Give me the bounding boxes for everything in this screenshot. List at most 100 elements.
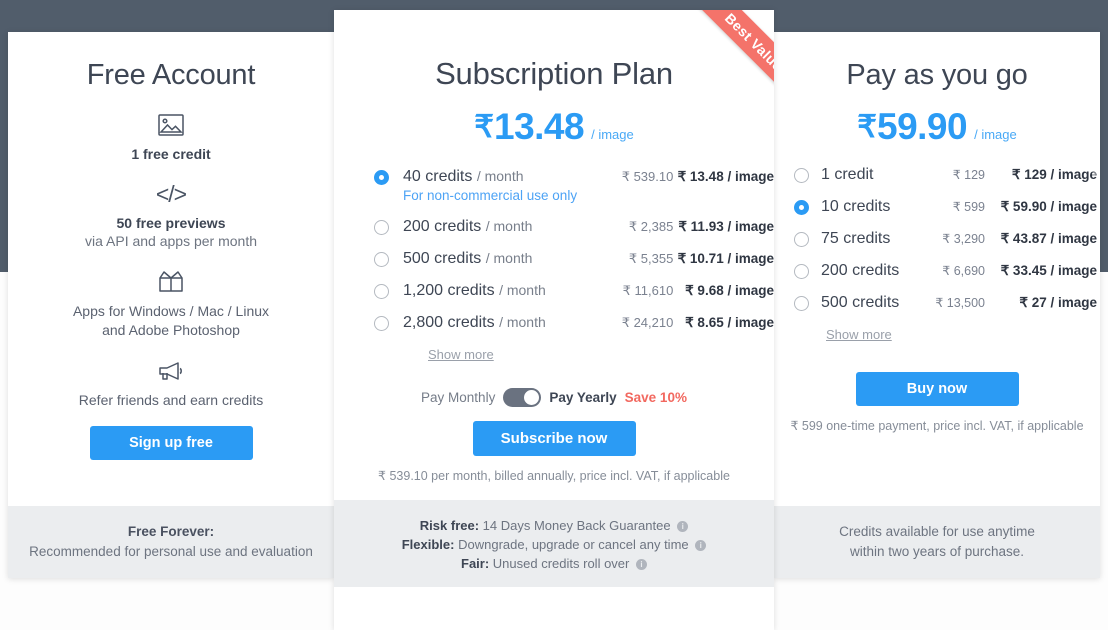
payg-fine-print: ₹ 599 one-time payment, price incl. VAT,… [790,419,1084,433]
page-dot[interactable] [1092,253,1096,257]
free-card-footer: Free Forever: Recommended for personal u… [8,506,334,578]
option-unit-price: ₹ 33.45 / image [1000,262,1097,278]
info-icon[interactable]: i [695,540,707,551]
option-credits: 2,800 credits [403,314,495,331]
billing-monthly-label[interactable]: Pay Monthly [421,390,495,405]
option-unit-price: ₹ 13.48 / image [677,169,774,184]
option-unit: / month [485,250,533,266]
option-total-price: ₹ 129 [952,168,985,182]
option-total-price: ₹ 24,210 [621,315,674,330]
footer-benefit-row: Flexible: Downgrade, upgrade or cancel a… [334,535,774,554]
option-total-price: ₹ 599 [952,200,985,214]
footer-benefit-row: Fair: Unused credits roll over i [334,554,774,573]
radio-button[interactable] [374,170,389,185]
option-unit-price: ₹ 27 / image [1019,294,1097,310]
benefit-label: Fair: [461,556,490,571]
subscription-option-row[interactable]: 1,200 credits / month ₹ 11,610 ₹ 9.68 / … [374,282,774,300]
option-total-price: ₹ 2,385 [628,219,674,234]
option-total-price: ₹ 5,355 [628,251,674,266]
show-more-link-payg[interactable]: Show more [826,327,892,342]
show-more-link-subscription[interactable]: Show more [428,347,494,362]
billing-toggle-switch[interactable] [503,388,542,407]
option-unit-price: ₹ 9.68 / image [685,283,774,298]
free-footer-text: Recommended for personal use and evaluat… [29,544,313,559]
payg-option-row[interactable]: 500 credits ₹ 13,500 ₹ 27 / image [794,294,1100,311]
option-unit: / month [485,218,533,234]
buy-now-button[interactable]: Buy now [855,372,1019,406]
subscription-option-row[interactable]: 2,800 credits / month ₹ 24,210 ₹ 8.65 / … [374,314,774,332]
benefit-label: Risk free: [419,518,480,533]
info-icon[interactable]: i [677,521,689,532]
megaphone-icon [26,356,316,386]
payg-headline-price: ₹59.90 / image [774,106,1100,148]
option-unit-price: ₹ 129 / image [1011,166,1097,182]
currency-symbol: ₹ [474,109,494,144]
benefit-text: Unused credits roll over [492,556,630,571]
option-credits: 500 credits [403,250,482,267]
billing-period-toggle-group: Pay Monthly Pay Yearly Save 10% [334,388,774,407]
subscription-option-row[interactable]: 200 credits / month ₹ 2,385 ₹ 11.93 / im… [374,218,774,236]
radio-button[interactable] [794,232,809,247]
payg-option-row[interactable]: 75 credits ₹ 3,290 ₹ 43.87 / image [794,230,1100,247]
info-icon[interactable]: i [635,559,647,570]
payg-footer-line-2: within two years of purchase. [849,544,1025,559]
price-unit: / image [974,127,1017,142]
radio-button[interactable] [374,252,389,267]
page-title-free: Free Account [86,59,256,91]
option-label: 1 credit [821,166,874,183]
subscription-option-row[interactable]: 500 credits / month ₹ 5,355 ₹ 10.71 / im… [374,250,774,268]
page-title-payg: Pay as you go [846,59,1028,91]
sign-up-free-button[interactable]: Sign up free [89,426,253,460]
free-footer-strong: Free Forever: [127,524,215,539]
benefit-label: Flexible: [401,537,455,552]
price-amount: 59.90 [877,106,968,147]
subscription-option-list: 40 credits / month For non-commercial us… [334,168,774,364]
option-label: 10 credits [821,198,891,215]
option-unit-price: ₹ 59.90 / image [1000,198,1097,214]
option-credits: 1,200 credits [403,282,495,299]
radio-button[interactable] [374,284,389,299]
payg-option-row[interactable]: 200 credits ₹ 6,690 ₹ 33.45 / image [794,262,1100,279]
feature-title: 1 free credit [131,146,211,162]
page-dot[interactable] [1092,145,1096,149]
feature-line-1: Refer friends and earn credits [78,392,264,408]
option-label: 500 credits [821,294,900,311]
radio-button[interactable] [794,296,809,311]
price-unit: / image [591,127,634,142]
page-dot[interactable] [1092,199,1096,203]
payg-footer-line-1: Credits available for use anytime [839,524,1035,539]
radio-button[interactable] [794,264,809,279]
payg-option-row[interactable]: 1 credit ₹ 129 ₹ 129 / image [794,166,1100,183]
payg-option-row[interactable]: 10 credits ₹ 599 ₹ 59.90 / image [794,198,1100,215]
price-amount: 13.48 [494,106,585,147]
radio-button[interactable] [794,168,809,183]
feature-title: 50 free previews [116,215,226,231]
option-label: 75 credits [821,230,891,247]
feature-subtitle: via API and apps per month [85,233,257,249]
benefit-text: Downgrade, upgrade or cancel any time [458,537,689,552]
radio-button[interactable] [374,316,389,331]
page-dot-nav[interactable] [1092,118,1100,257]
plan-card-pay-as-you-go: Pay as you go ₹59.90 / image 1 credit ₹ 1… [774,32,1100,578]
option-total-price: ₹ 3,290 [942,232,985,246]
subscription-option-row[interactable]: 40 credits / month For non-commercial us… [374,168,774,204]
page-dot[interactable] [1092,226,1096,230]
option-label: 200 credits [821,262,900,279]
radio-button[interactable] [794,200,809,215]
subscribe-now-button[interactable]: Subscribe now [472,421,636,456]
page-dot[interactable] [1092,172,1096,176]
billing-save-badge: Save 10% [624,390,687,405]
option-credits: 40 credits [403,168,473,185]
billing-yearly-label[interactable]: Pay Yearly [549,390,616,405]
option-unit: / month [499,282,546,298]
feature-line-1: Apps for Windows / Mac / Linux [72,303,270,319]
page-dot[interactable] [1092,118,1096,122]
payg-option-list: 1 credit ₹ 129 ₹ 129 / image 10 credits … [774,166,1100,344]
radio-button[interactable] [374,220,389,235]
image-icon [26,110,316,140]
code-icon: </> [155,181,187,207]
payg-card-footer: Credits available for use anytime within… [774,506,1100,578]
option-label: 2,800 credits / month [403,314,598,331]
option-label: 500 credits / month [403,250,598,267]
subscription-headline-price: ₹13.48 / image [334,106,774,148]
